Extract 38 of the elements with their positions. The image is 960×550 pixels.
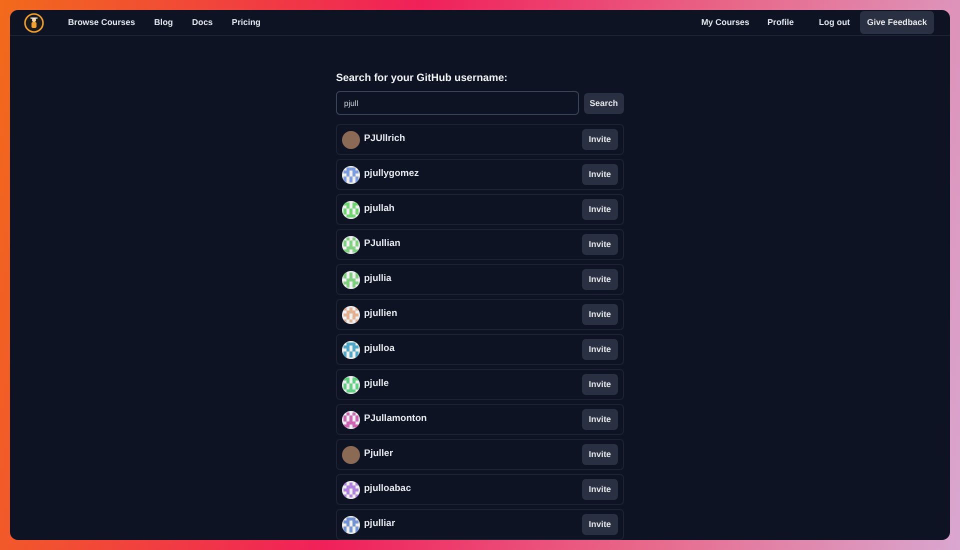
- invite-button[interactable]: Invite: [582, 234, 618, 255]
- username: PJUllrich: [364, 132, 406, 146]
- invite-button[interactable]: Invite: [582, 164, 618, 185]
- invite-button[interactable]: Invite: [582, 339, 618, 360]
- username: pjullygomez: [364, 167, 419, 182]
- nav-link[interactable]: My Courses: [701, 16, 750, 30]
- username: PJullamonton: [364, 412, 427, 426]
- invite-button[interactable]: Invite: [582, 479, 618, 500]
- search-field[interactable]: pjull: [336, 91, 579, 115]
- feedback-button[interactable]: Give Feedback: [860, 11, 934, 34]
- invite-button[interactable]: Invite: [582, 304, 618, 325]
- nav-link[interactable]: Blog: [154, 16, 173, 30]
- username: pjulliar: [364, 517, 396, 532]
- nav-link[interactable]: Pricing: [232, 16, 261, 30]
- search-heading: Search for your GitHub username:: [336, 72, 509, 85]
- username: PJullian: [364, 237, 400, 252]
- invite-button[interactable]: Invite: [582, 269, 618, 290]
- username: pjullah: [364, 202, 395, 216]
- invite-button[interactable]: Invite: [582, 374, 618, 395]
- invite-button[interactable]: Invite: [582, 129, 618, 150]
- invite-button[interactable]: Invite: [582, 444, 618, 465]
- search-button[interactable]: Search: [584, 92, 624, 114]
- username: pjullia: [364, 272, 392, 286]
- invite-button[interactable]: Invite: [582, 409, 618, 430]
- invite-button[interactable]: Invite: [582, 199, 618, 220]
- username: pjulloa: [364, 342, 395, 356]
- nav-link[interactable]: Log out: [818, 16, 850, 30]
- nav-link[interactable]: Browse Courses: [68, 16, 136, 30]
- username: pjullien: [364, 307, 398, 322]
- nav-link[interactable]: Profile: [767, 16, 794, 30]
- photo-placeholder: [342, 130, 360, 148]
- logo-icon[interactable]: [24, 12, 44, 33]
- invite-button[interactable]: Invite: [582, 514, 618, 535]
- username: pjulloabac: [364, 482, 411, 496]
- username: pjulle: [364, 377, 389, 392]
- username: Pjuller: [364, 447, 394, 462]
- photo-placeholder: [342, 446, 360, 464]
- nav-link[interactable]: Docs: [192, 16, 213, 30]
